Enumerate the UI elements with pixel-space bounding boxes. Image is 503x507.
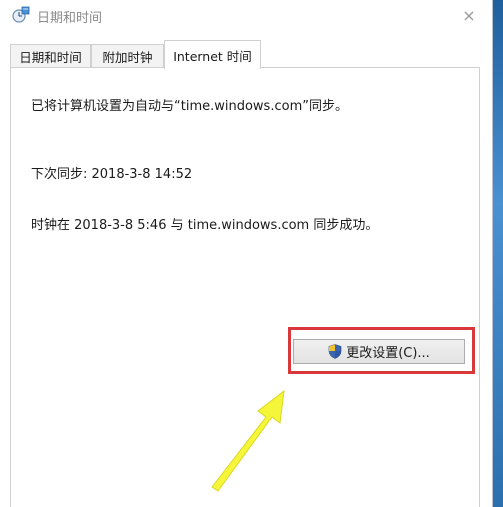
desktop-background: [493, 0, 503, 507]
change-settings-label: 更改设置(C)...: [346, 346, 430, 361]
change-settings-button[interactable]: 更改设置(C)...: [293, 339, 465, 364]
last-sync-text: 时钟在 2018-3-8 5:46 与 time.windows.com 同步成…: [31, 218, 379, 233]
date-time-dialog: 日期和时间 × 日期和时间 附加时钟 Internet 时间 已将计算机设置为自…: [0, 0, 493, 507]
window-title: 日期和时间: [37, 11, 103, 26]
uac-shield-icon: [328, 344, 342, 359]
yellow-arrow-icon: [211, 389, 285, 492]
tab-internet-time[interactable]: Internet 时间: [164, 40, 261, 69]
clock-globe-icon: [12, 6, 30, 24]
next-sync-text: 下次同步: 2018-3-8 14:52: [31, 167, 193, 182]
tab-additional-clocks[interactable]: 附加时钟: [91, 44, 164, 68]
auto-sync-text: 已将计算机设置为自动与“time.windows.com”同步。: [31, 99, 348, 114]
close-icon: ×: [462, 5, 476, 25]
title-bar: 日期和时间 ×: [0, 0, 492, 30]
tab-strip: 日期和时间 附加时钟 Internet 时间: [10, 40, 492, 69]
tab-date-time[interactable]: 日期和时间: [10, 44, 91, 68]
close-button[interactable]: ×: [446, 0, 492, 30]
